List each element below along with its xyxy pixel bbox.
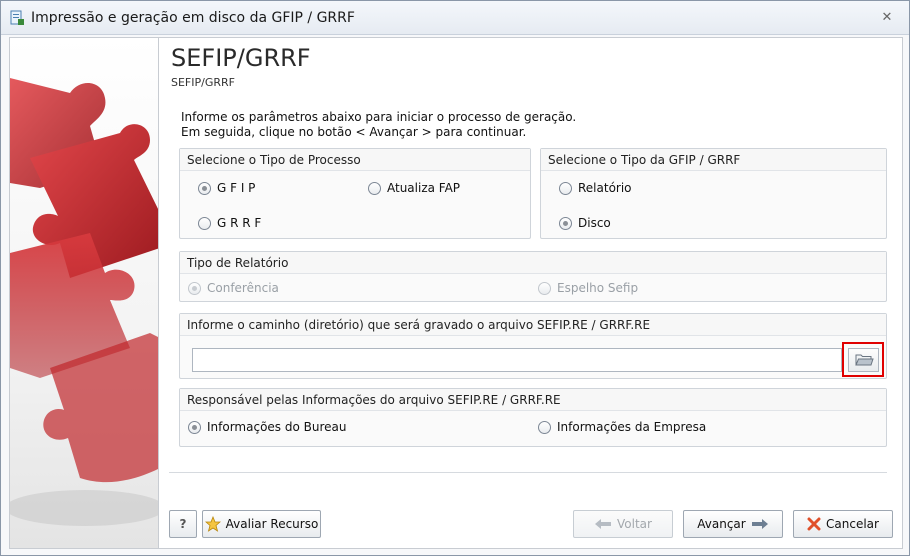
radio-conferencia[interactable]: Conferência [188,281,279,295]
radio-disco-label: Disco [578,216,611,230]
folder-icon [855,354,874,366]
path-title: Informe o caminho (diretório) que será g… [180,314,886,336]
cancel-button[interactable]: Cancelar [793,510,893,538]
back-button[interactable]: Voltar [573,510,673,538]
window-title: Impressão e geração em disco da GFIP / G… [31,10,355,26]
footer-separator [169,472,887,473]
puzzle-image [10,78,158,526]
radio-relatorio[interactable]: Relatório [559,181,632,195]
radio-button-icon [559,181,572,195]
browse-button[interactable] [848,348,879,372]
back-label: Voltar [617,517,652,531]
close-icon[interactable]: ✕ [879,10,895,26]
radio-button-icon [188,420,201,434]
main-panel: SEFIP/GRRF SEFIP/GRRF Informe os parâmet… [159,37,903,549]
cancel-label: Cancelar [826,517,879,531]
next-label: Avançar [697,517,746,531]
radio-informacoes-empresa[interactable]: Informações da Empresa [538,420,706,434]
radio-button-icon [198,216,211,230]
radio-button-icon [559,216,572,230]
side-banner [9,37,159,549]
radio-button-icon [538,281,551,295]
radio-informacoes-bureau[interactable]: Informações do Bureau [188,420,347,434]
radio-atualiza-fap[interactable]: Atualiza FAP [368,181,460,195]
radio-grrf[interactable]: G R R F [198,216,261,230]
radio-relatorio-label: Relatório [578,181,632,195]
intro-text: Informe os parâmetros abaixo para inicia… [181,110,576,140]
process-type-title: Selecione o Tipo de Processo [180,149,530,171]
radio-espelho-sefip[interactable]: Espelho Sefip [538,281,638,295]
help-label: ? [179,517,187,531]
radio-espelho-sefip-label: Espelho Sefip [557,281,639,295]
process-type-group: Selecione o Tipo de Processo G F I P Atu… [179,148,531,239]
radio-conferencia-label: Conferência [207,281,279,295]
intro-line-2: Em seguida, clique no botão < Avançar > … [181,125,527,139]
path-input[interactable] [192,348,842,372]
page-title: SEFIP/GRRF [171,44,311,72]
star-icon [204,516,221,532]
help-button[interactable]: ? [169,510,197,538]
radio-gfip-label: G F I P [217,181,256,195]
dialog-window: Impressão e geração em disco da GFIP / G… [0,0,910,556]
evaluate-resource-label: Avaliar Recurso [225,517,319,531]
radio-button-icon [188,281,201,295]
browse-highlight [842,342,884,377]
gfip-type-group: Selecione o Tipo da GFIP / GRRF Relatóri… [540,148,887,239]
radio-gfip[interactable]: G F I P [198,181,255,195]
radio-atualiza-fap-label: Atualiza FAP [387,181,461,195]
radio-informacoes-bureau-label: Informações do Bureau [207,420,347,434]
radio-grrf-label: G R R F [217,216,262,230]
intro-line-1: Informe os parâmetros abaixo para inicia… [181,110,577,124]
radio-button-icon [538,420,551,434]
page-subtitle: SEFIP/GRRF [171,76,235,89]
cancel-x-icon [807,517,821,531]
report-type-group: Tipo de Relatório Conferência Espelho Se… [179,251,887,302]
next-button[interactable]: Avançar [683,510,783,538]
arrow-right-icon [751,519,768,529]
gfip-type-title: Selecione o Tipo da GFIP / GRRF [541,149,886,171]
radio-button-icon [368,181,381,195]
responsible-group: Responsável pelas Informações do arquivo… [179,388,887,447]
app-icon [10,10,24,25]
title-bar: Impressão e geração em disco da GFIP / G… [1,1,909,35]
evaluate-resource-button[interactable]: Avaliar Recurso [202,510,321,538]
path-group: Informe o caminho (diretório) que será g… [179,313,887,379]
radio-disco[interactable]: Disco [559,216,611,230]
report-type-title: Tipo de Relatório [180,252,886,274]
radio-button-icon [198,181,211,195]
arrow-left-icon [595,519,612,529]
responsible-title: Responsável pelas Informações do arquivo… [180,389,886,411]
radio-informacoes-empresa-label: Informações da Empresa [557,420,707,434]
